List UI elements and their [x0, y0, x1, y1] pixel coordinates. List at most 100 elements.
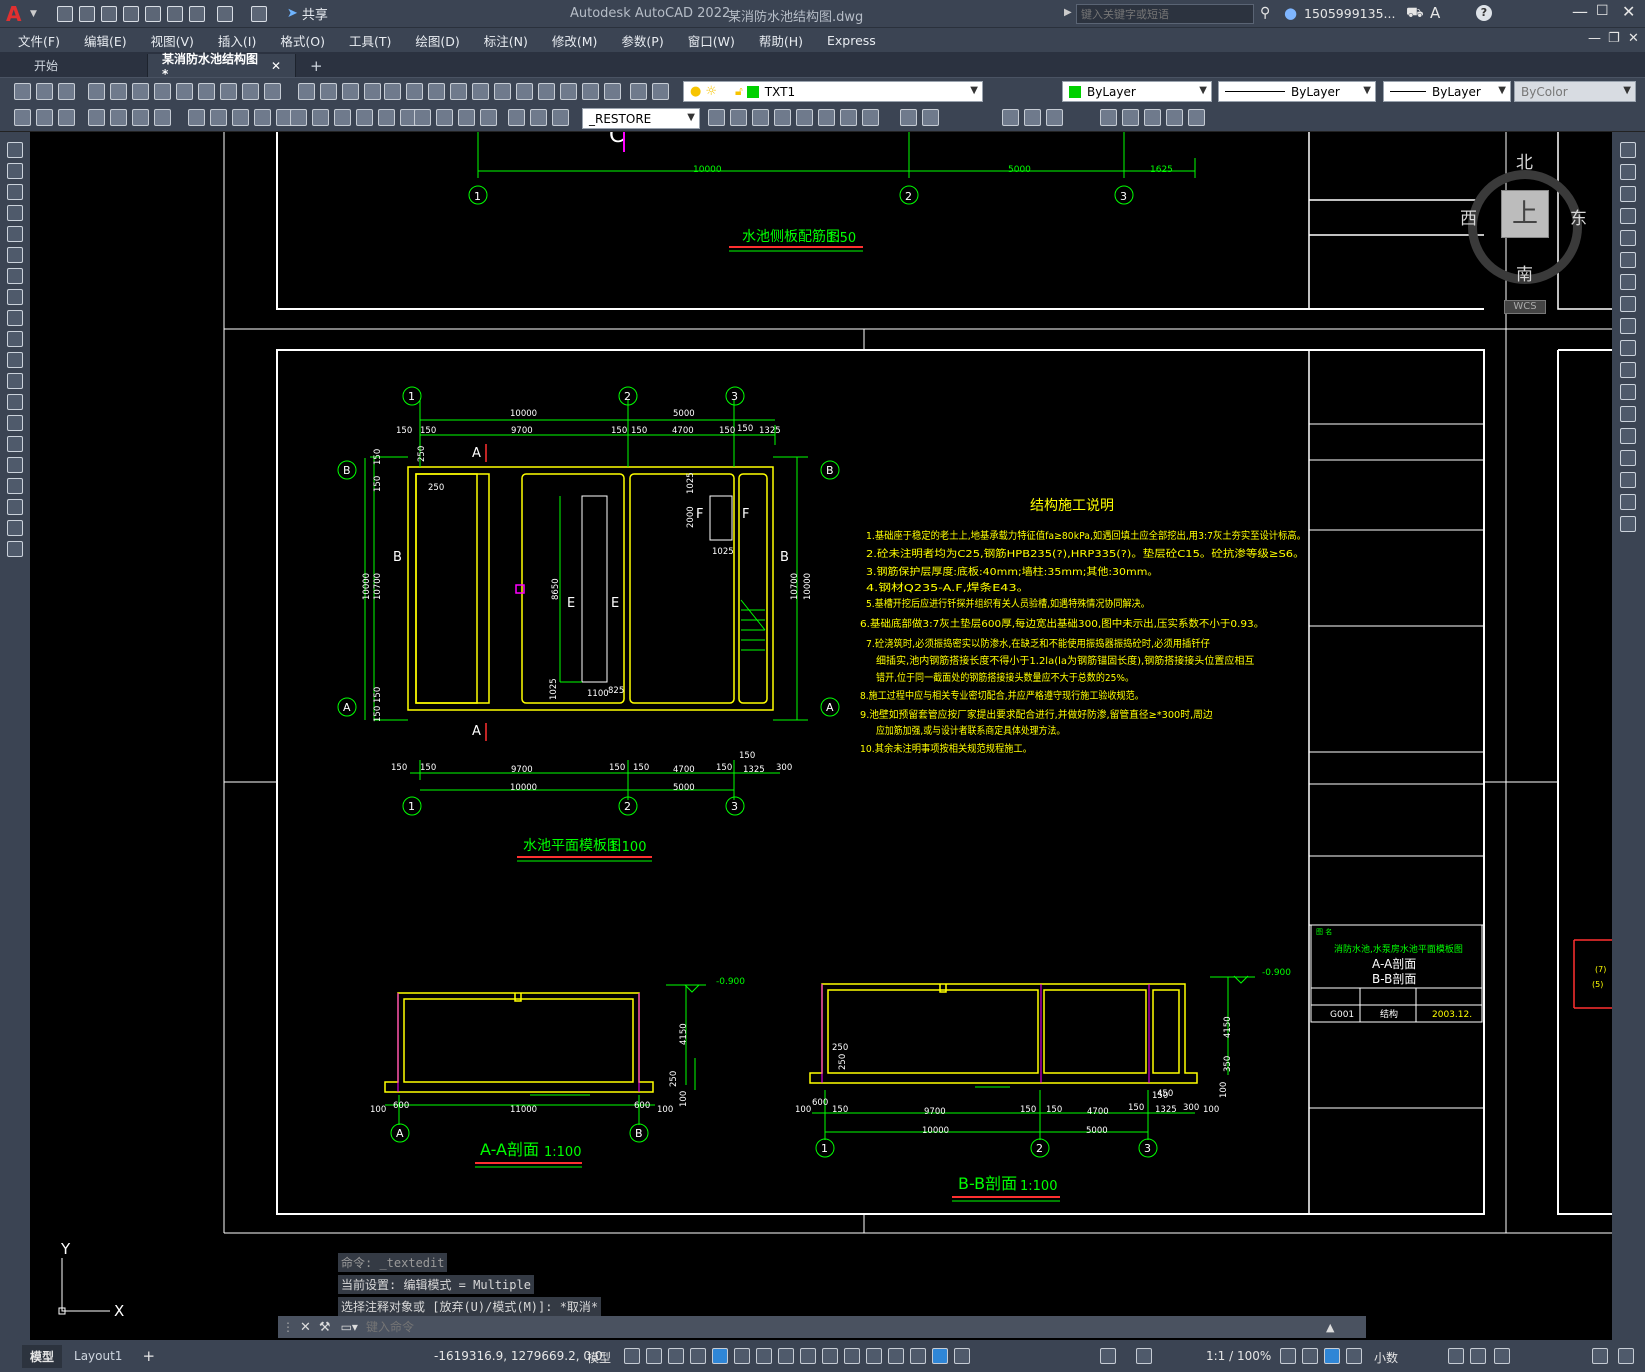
dim-break-icon[interactable]	[356, 109, 373, 126]
insert-block-icon[interactable]	[7, 373, 23, 389]
dim-update-icon[interactable]	[508, 109, 525, 126]
fillet-icon[interactable]	[1620, 472, 1636, 488]
table-icon[interactable]	[7, 499, 23, 515]
view-front-icon[interactable]	[1100, 109, 1117, 126]
transparency-icon[interactable]	[844, 1348, 860, 1364]
viewcube-south[interactable]: 南	[1516, 260, 1533, 285]
layer-unisolate-icon[interactable]	[900, 109, 917, 126]
user-icon[interactable]: ●	[1284, 4, 1297, 22]
undo-icon[interactable]	[298, 83, 315, 100]
offset-icon[interactable]	[1620, 208, 1636, 224]
menu-window[interactable]: 窗口(W)	[688, 31, 735, 50]
dimstyle-dropdown[interactable]: _RESTORE ▼	[582, 108, 700, 129]
break-at-point-icon[interactable]	[1620, 384, 1636, 400]
layer-props-icon[interactable]	[630, 83, 647, 100]
3dprint-icon[interactable]	[154, 83, 171, 100]
save-icon[interactable]	[100, 5, 117, 22]
doc-minimize-icon[interactable]: —	[1588, 31, 1601, 46]
view-back-icon[interactable]	[1122, 109, 1139, 126]
layer-on-icon[interactable]: ●	[690, 84, 701, 99]
color-dropdown[interactable]: ByLayer ▼	[1062, 81, 1212, 102]
scale-icon[interactable]	[1620, 296, 1636, 312]
zoom-realtime-icon[interactable]	[406, 83, 423, 100]
command-customize-icon[interactable]: ⚒	[319, 1320, 331, 1335]
lineweight-icon[interactable]	[822, 1348, 838, 1364]
dimstyle-chevron-icon[interactable]: ▼	[687, 112, 695, 123]
search-chevron-icon[interactable]: ▶	[1064, 7, 1072, 18]
erase-icon[interactable]	[1620, 142, 1636, 158]
new-file-icon[interactable]	[56, 5, 73, 22]
menu-help[interactable]: 帮助(H)	[759, 31, 803, 50]
layer-iso-icon[interactable]	[708, 109, 725, 126]
plot-preview-icon[interactable]	[110, 83, 127, 100]
app-menu-chevron-icon[interactable]: ▼	[30, 9, 37, 19]
tool-palettes-icon[interactable]	[516, 83, 533, 100]
maximize-icon[interactable]: ☐	[1596, 3, 1609, 19]
search-input[interactable]	[1076, 4, 1254, 24]
menu-dimension[interactable]: 标注(N)	[484, 31, 528, 50]
layer-delete-icon[interactable]	[862, 109, 879, 126]
layer-walk-icon[interactable]	[774, 109, 791, 126]
save-as-icon[interactable]	[122, 5, 139, 22]
dim-radius-icon[interactable]	[188, 109, 205, 126]
break-icon[interactable]	[1620, 406, 1636, 422]
auto-scale-icon[interactable]	[1136, 1348, 1152, 1364]
explode-icon[interactable]	[1620, 516, 1636, 532]
polar-icon[interactable]	[734, 1348, 750, 1364]
tolerance-icon[interactable]	[378, 109, 395, 126]
dim-arc-icon[interactable]	[132, 109, 149, 126]
dim-style-icon[interactable]	[530, 109, 547, 126]
layer-freeze-icon[interactable]	[730, 109, 747, 126]
menu-view[interactable]: 视图(V)	[151, 31, 194, 50]
annotation-scale[interactable]: 1:1 / 100%	[1206, 1349, 1271, 1363]
save-icon[interactable]	[58, 83, 75, 100]
open-file-icon[interactable]	[78, 5, 95, 22]
menu-edit[interactable]: 编辑(E)	[84, 31, 127, 50]
command-close-icon[interactable]: ✕	[300, 1320, 311, 1335]
autocad-logo-icon[interactable]: A	[6, 3, 28, 25]
construction-line-icon[interactable]	[7, 163, 23, 179]
line-icon[interactable]	[7, 142, 23, 158]
revision-cloud-icon[interactable]	[7, 289, 23, 305]
trim-icon[interactable]	[1620, 340, 1636, 356]
dynamic-input-icon[interactable]	[690, 1348, 706, 1364]
viewcube-west[interactable]: 西	[1460, 204, 1477, 229]
gradient-icon[interactable]	[7, 457, 23, 473]
dim-diameter-icon[interactable]	[232, 109, 249, 126]
minimize-icon[interactable]: —	[1572, 2, 1588, 21]
mirror-icon[interactable]	[1620, 186, 1636, 202]
view-top-icon[interactable]	[922, 109, 939, 126]
help-icon[interactable]: ?	[1476, 5, 1492, 21]
layer-lock-icon[interactable]: 🔓︎	[735, 84, 743, 99]
undo-list-icon[interactable]	[320, 83, 337, 100]
search-icon[interactable]: ⚲	[1260, 5, 1270, 21]
3d-osnap-icon[interactable]	[888, 1348, 904, 1364]
layer-merge-icon[interactable]	[840, 109, 857, 126]
clean-screen-icon[interactable]	[1592, 1348, 1608, 1364]
annotation-monitor-icon[interactable]	[1302, 1348, 1318, 1364]
layer-sun-icon[interactable]: ☼	[705, 84, 717, 99]
block-editor-icon[interactable]	[264, 83, 281, 100]
linetype-dropdown[interactable]: ByLayer ▼	[1218, 81, 1376, 102]
gizmo-icon[interactable]	[954, 1348, 970, 1364]
layout1-tab[interactable]: Layout1	[74, 1349, 122, 1363]
selection-filter-icon[interactable]	[932, 1348, 948, 1364]
menu-file[interactable]: 文件(F)	[18, 31, 60, 50]
ws3-icon[interactable]	[58, 109, 75, 126]
menu-insert[interactable]: 插入(I)	[218, 31, 256, 50]
model-tab[interactable]: 模型	[22, 1344, 63, 1368]
lineweight-dropdown[interactable]: ByLayer ▼	[1383, 81, 1511, 102]
inspect-icon[interactable]	[414, 109, 431, 126]
properties-icon[interactable]	[472, 83, 489, 100]
viewcube-north[interactable]: 北	[1516, 148, 1533, 173]
view-bottom-icon[interactable]	[1002, 109, 1019, 126]
paste-icon[interactable]	[220, 83, 237, 100]
arc-icon[interactable]	[7, 247, 23, 263]
match-prop-icon[interactable]	[242, 83, 259, 100]
menu-modify[interactable]: 修改(M)	[552, 31, 598, 50]
new-icon[interactable]	[14, 83, 31, 100]
help-icon[interactable]	[604, 83, 621, 100]
plotstyle-chevron-icon[interactable]: ▼	[1623, 85, 1631, 96]
coordinates-readout[interactable]: -1619316.9, 1279669.2, 0.0	[434, 1349, 602, 1363]
quickcalc-icon[interactable]	[582, 83, 599, 100]
